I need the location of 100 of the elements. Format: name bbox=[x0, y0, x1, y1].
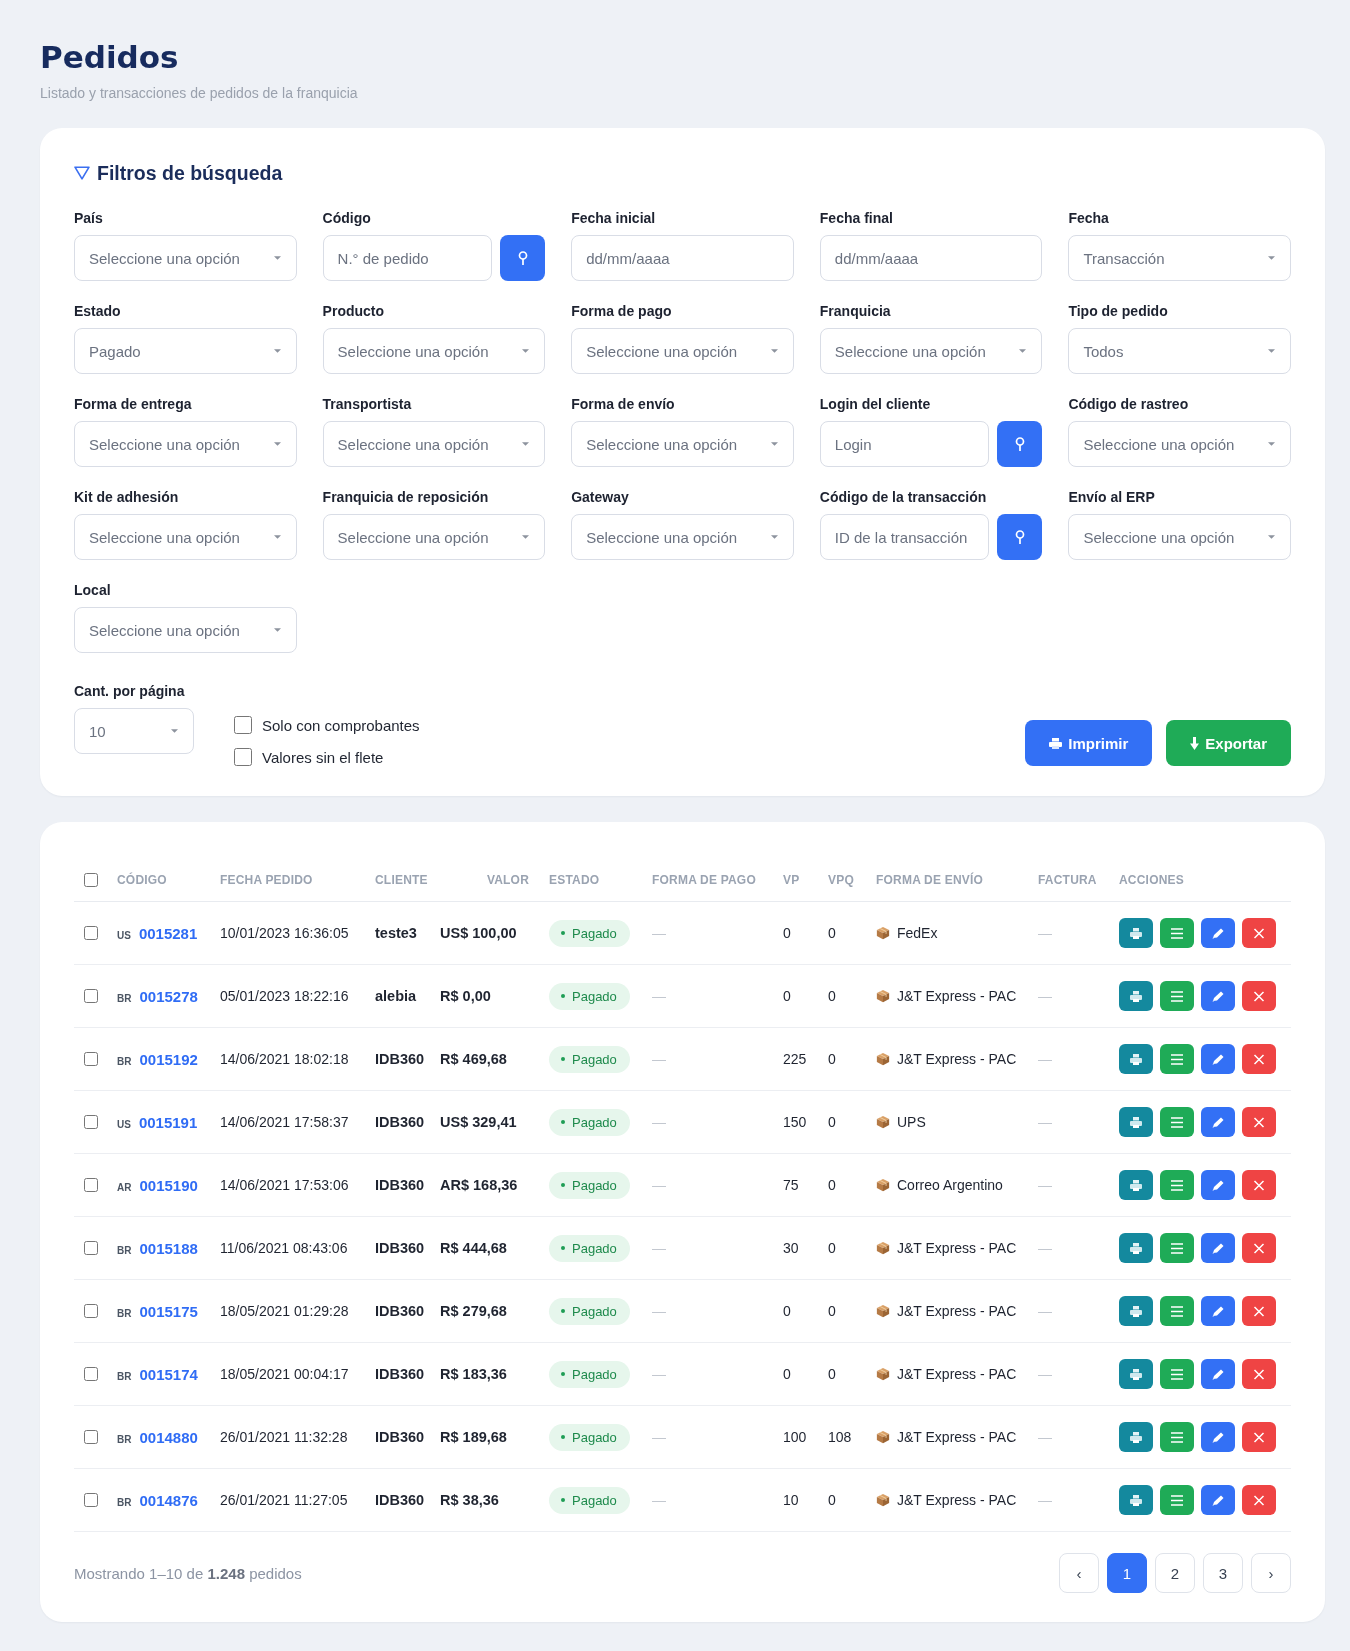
order-code-link[interactable]: 0015188 bbox=[139, 1239, 198, 1257]
payment-method: — bbox=[652, 1177, 666, 1193]
row-checkbox[interactable] bbox=[84, 989, 98, 1003]
checkbox[interactable] bbox=[234, 748, 252, 766]
select-field[interactable]: Pagado bbox=[74, 328, 297, 374]
row-checkbox[interactable] bbox=[84, 1241, 98, 1255]
delete-button[interactable] bbox=[1242, 1044, 1276, 1074]
select-field[interactable]: Seleccione una opción bbox=[74, 607, 297, 653]
search-button[interactable] bbox=[997, 514, 1043, 560]
edit-button[interactable] bbox=[1201, 981, 1235, 1011]
delete-button[interactable] bbox=[1242, 981, 1276, 1011]
delete-button[interactable] bbox=[1242, 918, 1276, 948]
select-field[interactable]: Seleccione una opción bbox=[322, 328, 546, 374]
row-checkbox[interactable] bbox=[84, 1178, 98, 1192]
select-field[interactable]: Seleccione una opción bbox=[322, 421, 546, 467]
order-code-link[interactable]: 0015191 bbox=[138, 1113, 198, 1131]
select-field[interactable]: Seleccione una opción bbox=[819, 328, 1043, 374]
page-button[interactable]: 3 bbox=[1203, 1553, 1243, 1593]
print-button[interactable] bbox=[1119, 1107, 1153, 1137]
client-name: IDB360 bbox=[375, 1177, 425, 1193]
details-button[interactable] bbox=[1160, 1044, 1194, 1074]
print-button[interactable] bbox=[1119, 1422, 1153, 1452]
order-code-link[interactable]: 0014876 bbox=[139, 1491, 198, 1509]
status-badge: Pagado bbox=[549, 1171, 630, 1199]
print-button[interactable] bbox=[1119, 981, 1153, 1011]
page-button[interactable]: › bbox=[1251, 1553, 1291, 1593]
edit-button[interactable] bbox=[1201, 1044, 1235, 1074]
order-code-link[interactable]: 0015278 bbox=[139, 987, 198, 1005]
export-button[interactable]: Exportar bbox=[1166, 720, 1291, 766]
select-field[interactable]: Seleccione una opción bbox=[322, 514, 546, 560]
checkbox[interactable] bbox=[234, 716, 252, 734]
select-field[interactable]: Seleccione una opción bbox=[571, 421, 794, 467]
details-button[interactable] bbox=[1160, 1233, 1194, 1263]
date-field[interactable]: dd/mm/aaaa bbox=[571, 235, 794, 281]
print-button[interactable] bbox=[1119, 1044, 1153, 1074]
details-button[interactable] bbox=[1160, 1170, 1194, 1200]
edit-button[interactable] bbox=[1201, 1170, 1235, 1200]
row-checkbox[interactable] bbox=[84, 1115, 98, 1129]
row-checkbox[interactable] bbox=[84, 926, 98, 940]
select-all-checkbox[interactable] bbox=[84, 872, 98, 887]
select-field[interactable]: Seleccione una opción bbox=[74, 235, 297, 281]
row-checkbox[interactable] bbox=[84, 1304, 98, 1318]
details-button[interactable] bbox=[1160, 1359, 1194, 1389]
edit-button[interactable] bbox=[1201, 1296, 1235, 1326]
row-checkbox[interactable] bbox=[84, 1430, 98, 1444]
input-field[interactable]: N.° de pedido bbox=[322, 235, 493, 281]
page-button[interactable]: 1 bbox=[1107, 1553, 1147, 1593]
print-button[interactable] bbox=[1119, 1296, 1153, 1326]
select-field[interactable]: Seleccione una opción bbox=[1068, 421, 1291, 467]
delete-button[interactable] bbox=[1242, 1359, 1276, 1389]
date-field[interactable]: dd/mm/aaaa bbox=[819, 235, 1043, 281]
edit-button[interactable] bbox=[1201, 1359, 1235, 1389]
input-field[interactable]: ID de la transacción bbox=[819, 514, 990, 560]
row-checkbox[interactable] bbox=[84, 1052, 98, 1066]
select-field[interactable]: Transacción bbox=[1068, 235, 1291, 281]
order-code-link[interactable]: 0014880 bbox=[139, 1428, 198, 1446]
delete-button[interactable] bbox=[1242, 1296, 1276, 1326]
print-button[interactable] bbox=[1119, 1170, 1153, 1200]
edit-button[interactable] bbox=[1201, 918, 1235, 948]
invoice-value: — bbox=[1038, 1429, 1052, 1445]
delete-button[interactable] bbox=[1242, 1233, 1276, 1263]
select-field[interactable]: Seleccione una opción bbox=[74, 514, 297, 560]
select-field[interactable]: Seleccione una opción bbox=[74, 421, 297, 467]
edit-button[interactable] bbox=[1201, 1107, 1235, 1137]
edit-button[interactable] bbox=[1201, 1233, 1235, 1263]
details-button[interactable] bbox=[1160, 1485, 1194, 1515]
select-field[interactable]: Seleccione una opción bbox=[1068, 514, 1291, 560]
delete-button[interactable] bbox=[1242, 1107, 1276, 1137]
edit-button[interactable] bbox=[1201, 1422, 1235, 1452]
details-button[interactable] bbox=[1160, 1422, 1194, 1452]
order-code-link[interactable]: 0015281 bbox=[138, 924, 198, 942]
details-button[interactable] bbox=[1160, 918, 1194, 948]
delete-button[interactable] bbox=[1242, 1422, 1276, 1452]
print-button[interactable] bbox=[1119, 1233, 1153, 1263]
field-label: País bbox=[74, 209, 104, 228]
edit-button[interactable] bbox=[1201, 1485, 1235, 1515]
print-button[interactable]: Imprimir bbox=[1025, 720, 1153, 766]
row-checkbox[interactable] bbox=[84, 1493, 98, 1507]
select-field[interactable]: Seleccione una opción bbox=[571, 514, 794, 560]
page-button[interactable]: 2 bbox=[1155, 1553, 1195, 1593]
order-code-link[interactable]: 0015192 bbox=[139, 1050, 198, 1068]
print-button[interactable] bbox=[1119, 1485, 1153, 1515]
input-field[interactable]: Login bbox=[819, 421, 990, 467]
order-code-link[interactable]: 0015174 bbox=[139, 1365, 198, 1383]
delete-button[interactable] bbox=[1242, 1170, 1276, 1200]
select-field[interactable]: Todos bbox=[1068, 328, 1291, 374]
search-button[interactable] bbox=[500, 235, 546, 281]
print-button[interactable] bbox=[1119, 1359, 1153, 1389]
delete-button[interactable] bbox=[1242, 1485, 1276, 1515]
row-checkbox[interactable] bbox=[84, 1367, 98, 1381]
per-page-select[interactable]: 10 bbox=[74, 708, 194, 754]
details-button[interactable] bbox=[1160, 1107, 1194, 1137]
order-code-link[interactable]: 0015190 bbox=[139, 1176, 198, 1194]
page-button[interactable]: ‹ bbox=[1059, 1553, 1099, 1593]
order-code-link[interactable]: 0015175 bbox=[139, 1302, 198, 1320]
print-button[interactable] bbox=[1119, 918, 1153, 948]
details-button[interactable] bbox=[1160, 981, 1194, 1011]
select-field[interactable]: Seleccione una opción bbox=[571, 328, 794, 374]
search-button[interactable] bbox=[997, 421, 1043, 467]
details-button[interactable] bbox=[1160, 1296, 1194, 1326]
